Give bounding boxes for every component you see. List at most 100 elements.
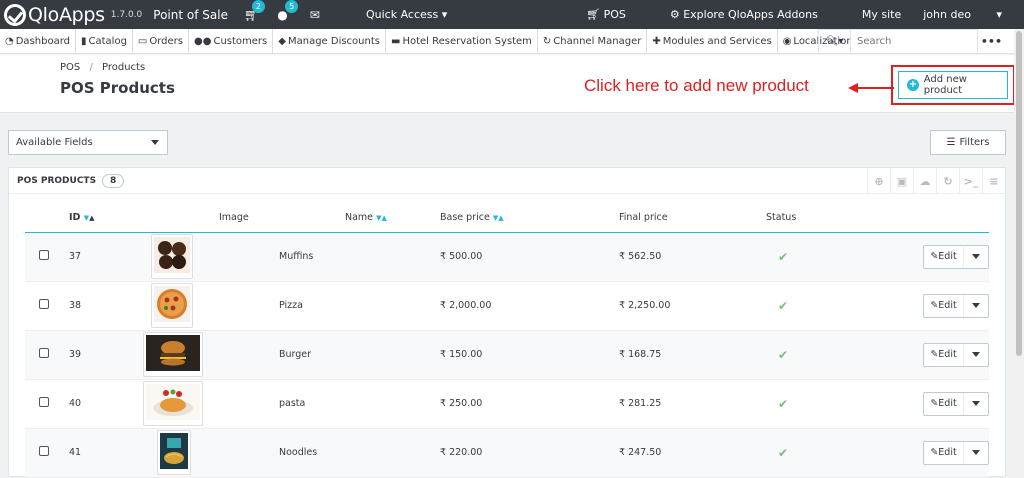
filters-button[interactable]: ☰ Filters [930, 130, 1006, 155]
my-site-link[interactable]: My site [862, 8, 901, 21]
status-enabled-icon[interactable]: ✔ [778, 299, 788, 313]
edit-button-group: ✎ Edit [923, 391, 989, 416]
user-menu[interactable]: john deo ▾ [923, 8, 1002, 21]
edit-button[interactable]: ✎ Edit [924, 441, 964, 464]
sort-asc-icon[interactable]: ▲ [498, 214, 503, 222]
caret-down-icon [151, 140, 159, 145]
breadcrumb-root[interactable]: POS [60, 62, 80, 73]
add-icon[interactable]: ⊕ [867, 168, 890, 194]
row-checkbox[interactable] [39, 397, 49, 407]
caret-down-icon [972, 254, 980, 259]
row-name: Noodles [279, 428, 440, 478]
row-final-price: ₹ 562.50 [619, 232, 766, 282]
status-enabled-icon[interactable]: ✔ [778, 250, 788, 264]
edit-button[interactable]: ✎ Edit [924, 392, 964, 415]
tab-hotel-reservation[interactable]: ▬ Hotel Reservation System [386, 28, 538, 54]
tab-modules-services[interactable]: ✚ Modules and Services [647, 28, 778, 54]
panel-title: POS PRODUCTS [17, 175, 97, 186]
row-final-price: ₹ 168.75 [619, 330, 766, 380]
app-title: Point of Sale [153, 7, 228, 22]
qloapps-logo[interactable]: QloApps [4, 3, 105, 26]
tab-label: Catalog [88, 35, 127, 47]
panel-header: POS PRODUCTS 8 ⊕ ▣ ☁ ↻ >_ ≡ [9, 168, 1005, 194]
tab-label: Customers [213, 35, 268, 47]
status-enabled-icon[interactable]: ✔ [778, 446, 788, 460]
pos-link[interactable]: 🛒︎ POS [586, 8, 648, 21]
edit-dropdown-toggle[interactable] [964, 246, 988, 268]
main-tabs: ◔ Dashboard ▮ Catalog ▭ Orders ●● Customers … [0, 28, 1024, 54]
row-checkbox[interactable] [39, 446, 49, 456]
product-thumbnail [143, 381, 203, 426]
edit-dropdown-toggle[interactable] [964, 393, 988, 415]
available-fields-select[interactable]: Available Fields [8, 130, 168, 155]
quick-access-menu[interactable]: Quick Access ▾ [366, 8, 447, 21]
column-base-price-label: Base price [440, 212, 490, 224]
column-header-id[interactable]: ID ▼▲ [69, 204, 143, 233]
page-scrollbar[interactable] [1014, 29, 1024, 472]
refresh-list-icon[interactable]: ↻ [936, 168, 959, 194]
product-thumbnail [143, 332, 203, 377]
database-icon[interactable]: ≡ [982, 168, 1005, 194]
row-checkbox[interactable] [39, 348, 49, 358]
export-icon[interactable]: ▣ [890, 168, 913, 194]
column-header-base-price[interactable]: Base price ▼▲ [440, 204, 619, 233]
tab-manage-discounts[interactable]: ◆ Manage Discounts [273, 28, 386, 54]
actions-column-header [916, 204, 989, 233]
status-enabled-icon[interactable]: ✔ [778, 397, 788, 411]
pencil-icon: ✎ [930, 251, 939, 262]
tag-icon: ◆ [278, 35, 286, 47]
explore-addons-link[interactable]: ⚙ Explore QloApps Addons [670, 8, 840, 21]
annotation-arrow-icon [848, 83, 894, 93]
breadcrumb: POS / Products [60, 62, 145, 73]
burger-image [146, 335, 200, 371]
more-menu-icon[interactable]: ••• [981, 35, 1002, 48]
edit-button[interactable]: ✎ Edit [924, 294, 964, 317]
scrollbar-thumb[interactable] [1016, 31, 1022, 356]
status-enabled-icon[interactable]: ✔ [778, 348, 788, 362]
row-name: Muffins [279, 232, 440, 282]
sort-asc-icon[interactable]: ▲ [89, 214, 94, 222]
tab-orders[interactable]: ▭ Orders [133, 28, 190, 54]
cart-notification[interactable]: 🛒︎ 2 [244, 0, 265, 22]
logo-text: QloApps [28, 3, 105, 26]
edit-button-group: ✎ Edit [923, 440, 989, 465]
cloud-upload-icon[interactable]: ☁ [913, 168, 936, 194]
search-input[interactable] [851, 36, 971, 47]
sql-query-icon[interactable]: >_ [959, 168, 982, 194]
edit-dropdown-toggle[interactable] [964, 344, 988, 366]
column-header-final-price: Final price [619, 204, 766, 233]
tab-customers[interactable]: ●● Customers [189, 28, 274, 54]
sort-asc-icon[interactable]: ▲ [381, 214, 386, 222]
user-notification[interactable]: ● 5 [277, 0, 299, 22]
users-icon: ●● [194, 35, 212, 47]
annotation-highlight-box: + Add new product [891, 65, 1015, 105]
edit-dropdown-toggle[interactable] [964, 442, 988, 464]
row-base-price: ₹ 250.00 [440, 379, 619, 429]
explore-addons-label: Explore QloApps Addons [683, 8, 818, 21]
table-row: 37 Muffins ₹ 500.00 ₹ 562.50 ✔ ✎ Edit [25, 232, 989, 282]
row-id: 40 [69, 379, 143, 429]
column-header-name[interactable]: Name ▼▲ [279, 204, 440, 233]
row-id: 38 [69, 281, 143, 331]
edit-button-group: ✎ Edit [923, 244, 989, 269]
product-thumbnail [157, 430, 191, 475]
tab-label: Hotel Reservation System [402, 35, 532, 47]
search-scope-button[interactable]: 🔍︎ ▾ [819, 30, 851, 53]
envelope-icon[interactable]: ✉ [310, 8, 320, 22]
edit-label: Edit [938, 447, 957, 458]
available-fields-label: Available Fields [16, 137, 93, 148]
tab-label: Modules and Services [662, 35, 772, 47]
tab-dashboard[interactable]: ◔ Dashboard [0, 28, 76, 54]
row-checkbox[interactable] [39, 250, 49, 260]
add-new-product-button[interactable]: + Add new product [898, 71, 1008, 99]
edit-button[interactable]: ✎ Edit [924, 343, 964, 366]
row-checkbox[interactable] [39, 299, 49, 309]
logo-check-icon [4, 3, 26, 26]
tab-channel-manager[interactable]: ↻ Channel Manager [538, 28, 648, 54]
edit-button[interactable]: ✎ Edit [924, 245, 964, 268]
edit-dropdown-toggle[interactable] [964, 295, 988, 317]
tab-catalog[interactable]: ▮ Catalog [76, 28, 133, 54]
table-row: 40 pasta ₹ 250.00 ₹ 281.25 ✔ ✎ Edit [25, 379, 989, 429]
checkbox-column-header [25, 204, 69, 233]
version-label: 1.7.0.0 [110, 9, 143, 20]
